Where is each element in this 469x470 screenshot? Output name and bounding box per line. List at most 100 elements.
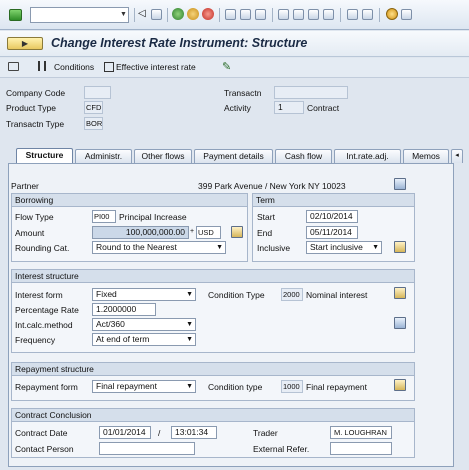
- interest-structure-header: Interest structure: [12, 270, 414, 283]
- find-icon[interactable]: [240, 9, 251, 20]
- external-refer-field[interactable]: [330, 442, 392, 455]
- chevron-down-icon[interactable]: ▼: [186, 289, 193, 300]
- tab-other-flows[interactable]: Other flows: [134, 149, 192, 163]
- int-calc-method-label: Int.calc.method: [15, 320, 73, 330]
- enter-icon[interactable]: [9, 9, 22, 21]
- flow-type-label: Flow Type: [15, 212, 54, 222]
- inclusive-dropdown[interactable]: Start inclusive ▼: [306, 241, 382, 254]
- frequency-dropdown[interactable]: At end of term ▼: [92, 333, 196, 346]
- save-icon[interactable]: [151, 9, 162, 20]
- tab-int-rate-adj[interactable]: Int.rate.adj.: [334, 149, 401, 163]
- calculator-icon[interactable]: [231, 226, 243, 238]
- transactn-type-label: Transactn Type: [6, 119, 65, 129]
- chevron-down-icon[interactable]: ▼: [186, 334, 193, 345]
- rounding-dropdown[interactable]: Round to the Nearest ▼: [92, 241, 226, 254]
- command-field[interactable]: [30, 7, 129, 23]
- product-type-label: Product Type: [6, 103, 56, 113]
- condition-type-field: 2000: [281, 288, 303, 301]
- transactn-field: [274, 86, 348, 99]
- effective-interest-rate-button[interactable]: Effective interest rate: [116, 62, 196, 72]
- date-time-separator: /: [158, 428, 161, 438]
- interest-form-dropdown[interactable]: Fixed ▼: [92, 288, 196, 301]
- last-page-icon[interactable]: [323, 9, 334, 20]
- contract-time-field[interactable]: 13:01:34: [171, 426, 217, 439]
- int-calc-method-value: Act/360: [96, 319, 125, 329]
- check-icon[interactable]: ✎: [222, 60, 231, 73]
- transactn-type-field: BOR: [84, 117, 103, 130]
- previous-page-icon[interactable]: [293, 9, 304, 20]
- first-page-icon[interactable]: [278, 9, 289, 20]
- condition-type-text: Nominal interest: [306, 290, 368, 300]
- print-icon[interactable]: [225, 9, 236, 20]
- find-next-icon[interactable]: [255, 9, 266, 20]
- interest-form-value: Fixed: [96, 289, 117, 299]
- activity-field: 1: [274, 101, 304, 114]
- repayment-form-dropdown[interactable]: Final repayment ▼: [92, 380, 196, 393]
- currency-field[interactable]: USD: [196, 226, 221, 239]
- contract-date-field[interactable]: 01/01/2014: [99, 426, 151, 439]
- int-calc-method-dropdown[interactable]: Act/360 ▼: [92, 318, 196, 331]
- conditions-icon: [38, 61, 46, 71]
- tab-administr[interactable]: Administr.: [75, 149, 132, 163]
- tab-scroll-left-icon[interactable]: ◂: [451, 149, 463, 163]
- contact-person-field[interactable]: [99, 442, 195, 455]
- tab-payment-details[interactable]: Payment details: [194, 149, 273, 163]
- rounding-value: Round to the Nearest: [96, 242, 177, 252]
- condition-type-label: Condition Type: [208, 290, 265, 300]
- percentage-rate-label: Percentage Rate: [15, 305, 79, 315]
- exit-icon[interactable]: [187, 8, 199, 20]
- chevron-down-icon[interactable]: ▼: [216, 242, 223, 253]
- activity-text: Contract: [307, 103, 340, 113]
- chevron-down-icon[interactable]: ▼: [372, 242, 379, 253]
- cancel-icon[interactable]: [202, 8, 214, 20]
- tab-structure[interactable]: Structure: [16, 148, 73, 164]
- external-refer-label: External Refer.: [253, 444, 310, 454]
- back-icon[interactable]: [172, 8, 184, 20]
- toolbar-separator: [134, 8, 135, 22]
- back-history-icon[interactable]: ◁: [138, 8, 146, 19]
- term-detail-icon[interactable]: [394, 241, 406, 253]
- chevron-down-icon[interactable]: ▼: [186, 319, 193, 330]
- company-code-field: [84, 86, 111, 99]
- chevron-down-icon[interactable]: ▼: [186, 381, 193, 392]
- interest-detail-icon[interactable]: [394, 287, 406, 299]
- start-label: Start: [257, 212, 275, 222]
- end-date-field[interactable]: 05/11/2014: [306, 226, 358, 239]
- other-activity-icon[interactable]: [8, 62, 19, 71]
- next-page-icon[interactable]: [308, 9, 319, 20]
- new-session-icon[interactable]: [347, 9, 358, 20]
- repayment-condition-type-label: Condition type: [208, 382, 263, 392]
- chevron-down-icon[interactable]: ▼: [118, 8, 129, 22]
- repayment-structure-header: Repayment structure: [12, 363, 414, 376]
- calc-method-detail-icon[interactable]: [394, 317, 406, 329]
- product-type-field: CFD: [84, 101, 103, 114]
- partner-search-icon[interactable]: [394, 178, 406, 190]
- repayment-detail-icon[interactable]: [394, 379, 406, 391]
- inclusive-label: Inclusive: [257, 243, 291, 253]
- contract-date-label: Contract Date: [15, 428, 68, 438]
- flow-type-field[interactable]: PI00: [92, 210, 116, 223]
- partner-label: Partner: [11, 181, 39, 191]
- trader-label: Trader: [253, 428, 278, 438]
- inclusive-value: Start inclusive: [310, 242, 363, 252]
- frequency-label: Frequency: [15, 335, 56, 345]
- company-code-label: Company Code: [6, 88, 66, 98]
- tab-cash-flow[interactable]: Cash flow: [275, 149, 332, 163]
- layout-menu-icon[interactable]: [401, 9, 412, 20]
- contact-person-label: Contact Person: [15, 444, 74, 454]
- amount-label: Amount: [15, 228, 45, 238]
- tab-memos[interactable]: Memos: [403, 149, 449, 163]
- repayment-condition-type-field: 1000: [281, 380, 303, 393]
- conditions-button[interactable]: Conditions: [54, 62, 94, 72]
- amount-field[interactable]: 100,000,000.00: [92, 226, 189, 239]
- repayment-form-value: Final repayment: [96, 381, 157, 391]
- effective-rate-icon: [104, 62, 114, 72]
- percentage-rate-field[interactable]: 1.2000000: [92, 303, 156, 316]
- shortcut-icon[interactable]: [362, 9, 373, 20]
- start-date-field[interactable]: 02/10/2014: [306, 210, 358, 223]
- help-icon[interactable]: [386, 8, 398, 20]
- toolbar-separator: [219, 8, 220, 22]
- trader-field[interactable]: M. LOUGHRAN: [330, 426, 392, 439]
- transactn-label: Transactn: [224, 88, 262, 98]
- transaction-icon: ▶: [7, 37, 43, 50]
